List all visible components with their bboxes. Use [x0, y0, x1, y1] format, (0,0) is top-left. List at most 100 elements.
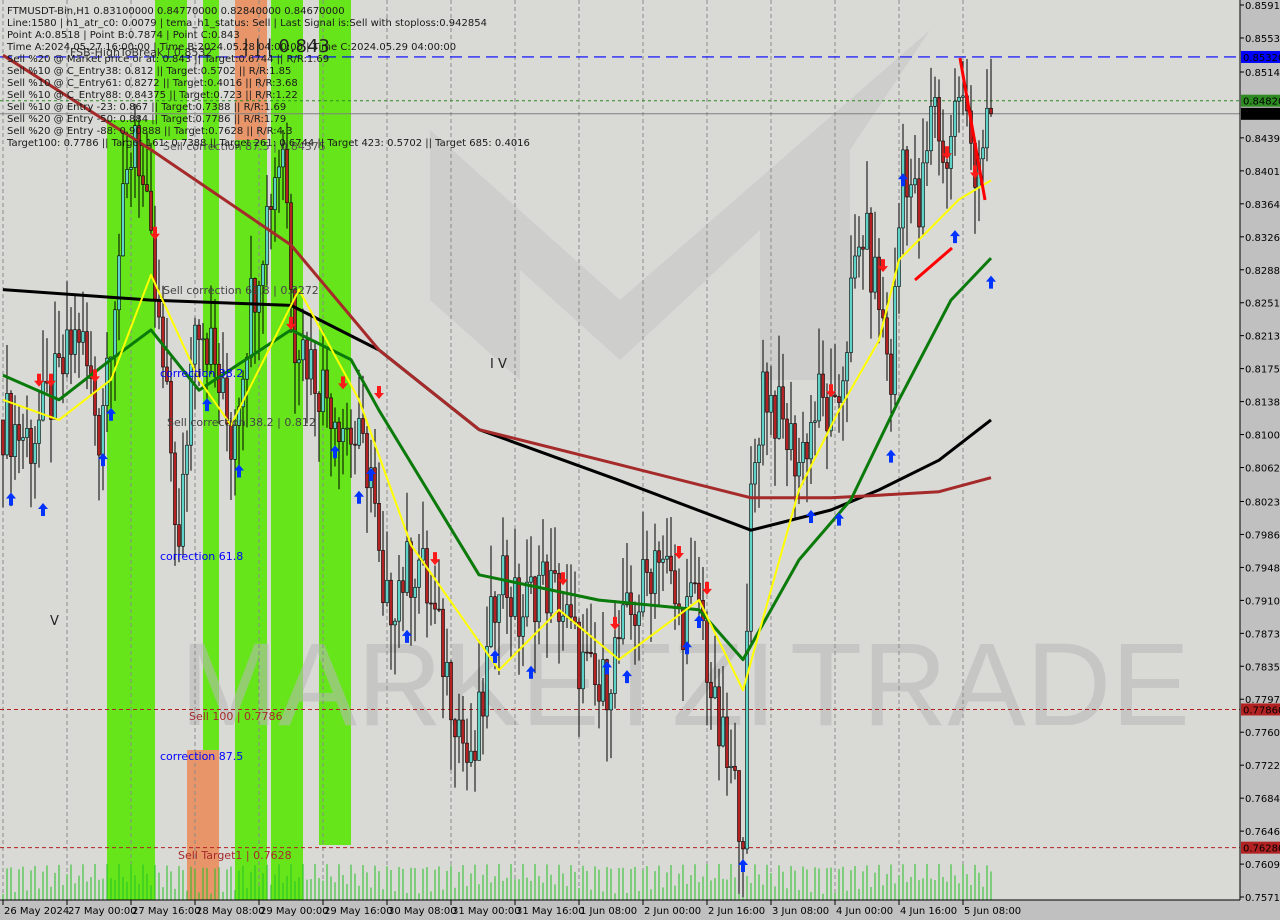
candle-body	[665, 555, 669, 560]
candle-body	[817, 373, 821, 422]
candle-body	[261, 264, 265, 286]
candle-body	[173, 452, 177, 526]
candle-body	[533, 576, 537, 623]
candle-body	[493, 596, 497, 623]
candle-body	[421, 548, 425, 561]
candle-body	[737, 770, 741, 842]
candle-body	[853, 255, 857, 279]
candle-body	[209, 327, 213, 365]
y-tick-label: 0.82887	[1245, 266, 1280, 277]
x-tick-label: 27 May 00:00	[68, 906, 137, 917]
y-tick-label: 0.81003	[1245, 431, 1280, 442]
candle-body	[393, 620, 397, 626]
candle-body	[873, 256, 877, 293]
candle-body	[537, 574, 541, 623]
candle-body	[877, 256, 881, 311]
candle-body	[637, 611, 641, 626]
y-tick-label: 0.75716	[1245, 893, 1280, 904]
candle-body	[989, 107, 993, 115]
candle-body	[201, 338, 205, 341]
x-tick-label: 30 May 08:00	[388, 906, 457, 917]
candle-body	[417, 559, 421, 588]
candle-body	[909, 184, 913, 198]
candle-body	[153, 230, 157, 301]
candle-body	[689, 582, 693, 597]
x-tick-label: 5 Jun 08:00	[964, 906, 1021, 917]
price-tag-label: 0.77860	[1243, 705, 1280, 716]
candle-body	[145, 184, 149, 192]
candle-body	[789, 423, 793, 450]
price-tag-label: 0.85320	[1243, 53, 1280, 64]
candle-body	[129, 167, 133, 170]
candle-body	[777, 386, 781, 439]
sell-correction-61-label: Sell correction 61.8 | 0.8272	[163, 284, 319, 297]
candle-body	[709, 682, 713, 699]
x-tick-label: 4 Jun 00:00	[836, 906, 893, 917]
info-line: Sell %20 @ Market price or at: 0.843 || …	[7, 54, 329, 65]
x-tick-label: 31 May 16:00	[516, 906, 585, 917]
candle-body	[349, 427, 353, 445]
candle-body	[769, 395, 773, 413]
candle-body	[57, 353, 61, 358]
candle-body	[477, 691, 481, 761]
candle-body	[773, 395, 777, 439]
candle-body	[761, 371, 765, 446]
price-chart[interactable]: MARKETZI TRADE FSB-HighToBreak | 0.8532 …	[0, 0, 1280, 920]
candle-body	[485, 646, 489, 717]
candle-body	[429, 602, 433, 605]
candle-body	[681, 607, 685, 650]
candle-body	[825, 397, 829, 432]
candle-body	[541, 561, 545, 576]
candle-body	[65, 329, 69, 375]
candle-body	[841, 380, 845, 403]
y-tick-label: 0.85537	[1245, 34, 1280, 45]
candle-body	[797, 462, 801, 477]
candle-body	[949, 136, 953, 169]
candle-body	[341, 428, 345, 442]
candle-body	[645, 559, 649, 573]
info-line: Sell %10 @ C_Entry61: 0.8272 || Target:0…	[7, 78, 298, 89]
candle-body	[473, 750, 477, 761]
candle-body	[405, 541, 409, 593]
candle-body	[805, 442, 809, 460]
candle-body	[985, 107, 989, 149]
info-line: Time A:2024.05.27 16:00:00 | Time B:2024…	[6, 42, 456, 53]
candle-body	[1, 419, 5, 456]
candle-body	[125, 169, 129, 185]
wave-v-label: V	[50, 614, 59, 629]
candle-body	[729, 765, 733, 768]
y-tick-label: 0.76469	[1245, 827, 1280, 838]
x-tick-label: 1 Jun 08:00	[580, 906, 637, 917]
candle-body	[345, 427, 349, 430]
candle-body	[49, 382, 53, 420]
y-tick-label: 0.82134	[1245, 332, 1280, 343]
candle-body	[621, 604, 625, 640]
candle-body	[953, 100, 957, 137]
info-line: Sell %10 @ C_Entry38: 0.812 || Target:0.…	[7, 66, 291, 77]
x-tick-label: 28 May 08:00	[196, 906, 265, 917]
candle-body	[229, 423, 233, 460]
candle-body	[925, 150, 929, 164]
candle-body	[517, 577, 521, 637]
candle-body	[433, 602, 437, 610]
candle-body	[469, 750, 473, 763]
candle-body	[389, 579, 393, 626]
candle-body	[657, 550, 661, 563]
y-tick-label: 0.80626	[1245, 464, 1280, 475]
candle-body	[97, 414, 101, 456]
candle-body	[101, 405, 105, 456]
candle-body	[793, 423, 797, 477]
candle-body	[857, 246, 861, 257]
candle-body	[529, 576, 533, 583]
info-line: Sell %10 @ Entry -23: 0.867 || Target:0.…	[7, 102, 286, 113]
signal-zone	[107, 120, 155, 900]
candle-body	[337, 421, 341, 442]
candle-body	[53, 353, 57, 420]
candle-body	[61, 357, 65, 375]
candle-body	[721, 716, 725, 747]
candle-body	[569, 604, 573, 618]
candle-body	[617, 637, 621, 640]
info-line: Target100: 0.7786 || Target 161: 0.7388 …	[6, 138, 530, 149]
sell-target1-label: Sell Target1 | 0.7628	[178, 849, 292, 862]
candle-body	[869, 212, 873, 293]
